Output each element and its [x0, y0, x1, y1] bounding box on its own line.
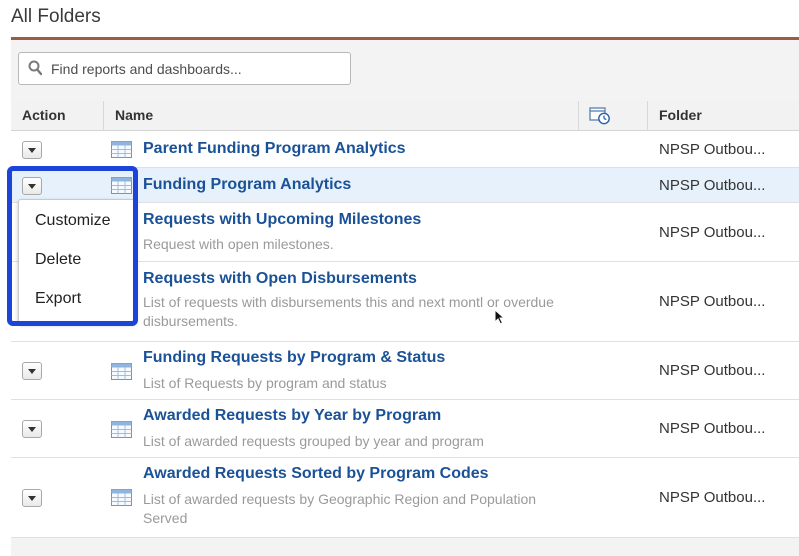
report-description: Request with open milestones. [143, 236, 334, 252]
highlight-box [7, 166, 138, 326]
folder-cell: NPSP Outbou... [659, 489, 766, 506]
column-header-folder-label: Folder [659, 107, 702, 123]
table-row: Awarded Requests by Year by Program List… [11, 400, 799, 458]
folder-cell: NPSP Outbou... [659, 224, 766, 241]
report-link[interactable]: Funding Program Analytics [143, 176, 351, 194]
report-link[interactable]: Awarded Requests by Year by Program [143, 407, 441, 425]
table-row: Parent Funding Program Analytics NPSP Ou… [11, 131, 799, 168]
row-action-button[interactable] [22, 420, 42, 438]
scheduled-clock-icon [589, 107, 610, 125]
column-header-name[interactable]: Name [104, 101, 578, 131]
table-row: Funding Requests by Program & Status Lis… [11, 342, 799, 400]
column-header-action[interactable]: Action [11, 101, 103, 131]
report-table-icon [111, 489, 132, 506]
folder-cell: NPSP Outbou... [659, 420, 766, 437]
folder-cell: NPSP Outbou... [659, 362, 766, 379]
search-icon [28, 60, 42, 76]
search-box[interactable] [18, 52, 351, 85]
folder-cell: NPSP Outbou... [659, 177, 766, 194]
report-description: List of awarded requests by Geographic R… [143, 491, 537, 526]
row-action-button[interactable] [22, 489, 42, 507]
search-input[interactable] [51, 58, 341, 80]
page-title: All Folders [11, 6, 101, 27]
report-link[interactable]: Requests with Upcoming Milestones [143, 211, 421, 229]
report-description: List of requests with disbursements this… [143, 294, 554, 329]
row-action-button[interactable] [22, 362, 42, 380]
mouse-cursor-icon [494, 309, 506, 325]
column-header-name-label: Name [115, 107, 154, 123]
folder-cell: NPSP Outbou... [659, 293, 766, 310]
report-link[interactable]: Requests with Open Disbursements [143, 270, 417, 288]
column-header-folder[interactable]: Folder [648, 101, 799, 131]
column-header-schedule[interactable] [579, 101, 647, 131]
row-action-button[interactable] [22, 141, 42, 159]
report-link[interactable]: Funding Requests by Program & Status [143, 349, 445, 367]
report-link[interactable]: Awarded Requests Sorted by Program Codes [143, 465, 489, 483]
column-header-action-label: Action [22, 107, 66, 123]
report-link[interactable]: Parent Funding Program Analytics [143, 140, 406, 158]
report-table-icon [111, 141, 132, 158]
folder-cell: NPSP Outbou... [659, 141, 766, 158]
table-row: Awarded Requests Sorted by Program Codes… [11, 458, 799, 538]
report-table-icon [111, 363, 132, 380]
report-description: List of awarded requests grouped by year… [143, 433, 484, 449]
report-description: List of Requests by program and status [143, 375, 387, 391]
report-table-icon [111, 421, 132, 438]
